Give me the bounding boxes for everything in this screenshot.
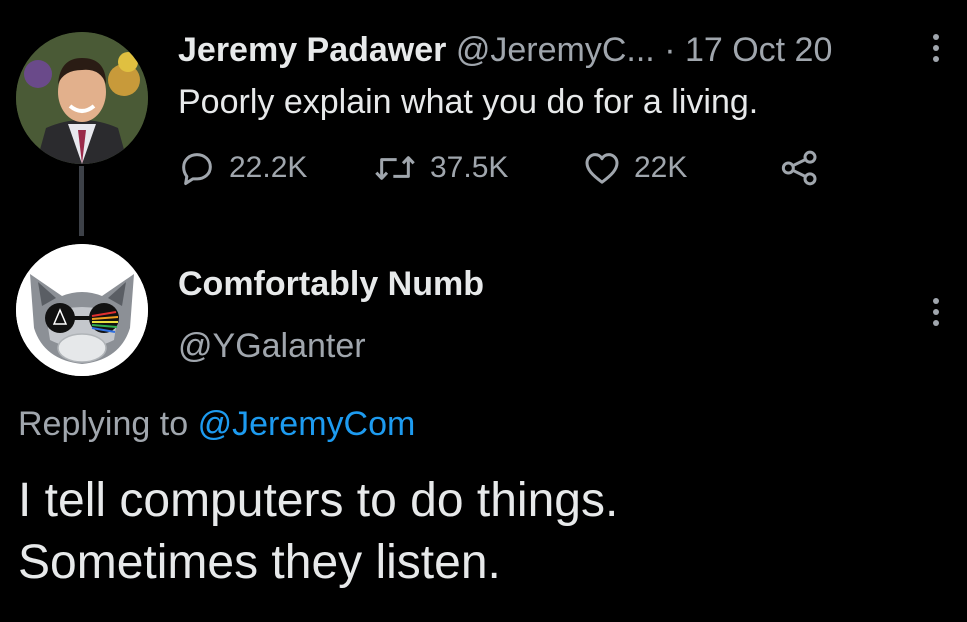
tweet-thread: Jeremy Padawer @JeremyC... · 17 Oct 20 P… [0, 0, 967, 622]
replying-to-line: Replying to @JeremyCom [18, 404, 415, 444]
author-handle[interactable]: @JeremyC... [456, 31, 655, 69]
heart-icon [585, 153, 619, 184]
cat-avatar-icon [16, 244, 148, 376]
reply-author-name[interactable]: Comfortably Numb [178, 264, 484, 304]
reply-author-handle[interactable]: @YGalanter [178, 326, 366, 366]
retweet-count: 37.5K [430, 151, 509, 184]
reply-button[interactable]: 22.2K [177, 146, 307, 190]
more-vertical-icon[interactable] [932, 34, 940, 62]
share-icon [781, 150, 817, 186]
reply-tweet-text: I tell computers to do things. Sometimes… [18, 470, 618, 594]
reply-count: 22.2K [229, 151, 308, 184]
author-name[interactable]: Jeremy Padawer [178, 31, 446, 69]
reply-icon [182, 153, 212, 185]
share-button[interactable] [778, 146, 822, 190]
author-avatar[interactable] [16, 32, 148, 164]
like-count: 22K [634, 151, 688, 184]
like-button[interactable]: 22K [582, 146, 687, 190]
replying-to-mention-link[interactable]: @JeremyCom [198, 405, 416, 443]
more-vertical-icon[interactable] [932, 298, 940, 326]
reply-text-line: Sometimes they listen. [18, 536, 501, 589]
retweet-icon [375, 156, 415, 180]
thread-connector-line [79, 166, 84, 236]
avatar-portrait-icon [16, 32, 148, 164]
parent-tweet-text: Poorly explain what you do for a living. [178, 83, 759, 121]
reply-text-line: I tell computers to do things. [18, 474, 619, 527]
parent-tweet-header: Jeremy Padawer @JeremyC... · 17 Oct 20 [178, 30, 832, 70]
tweet-date[interactable]: · 17 Oct 20 [664, 31, 832, 69]
replying-to-label: Replying to [18, 405, 189, 443]
retweet-button[interactable]: 37.5K [372, 146, 508, 190]
reply-author-avatar[interactable] [16, 244, 148, 376]
